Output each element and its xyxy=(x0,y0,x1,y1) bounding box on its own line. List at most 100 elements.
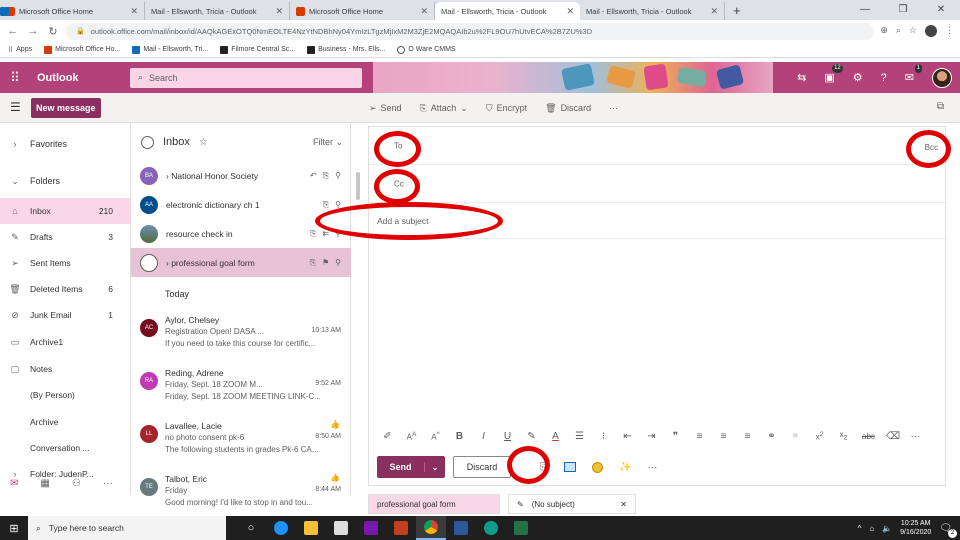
more-options-button[interactable]: ··· xyxy=(609,103,618,113)
draft-tab[interactable]: professional goal form xyxy=(368,494,500,514)
install-icon[interactable]: ⊕ xyxy=(880,25,888,37)
browser-tab[interactable]: Mail - Ellsworth, Tricia - Outlook ✕ xyxy=(0,2,725,20)
bookmark-apps[interactable]: ⠿ Apps xyxy=(8,46,32,54)
close-icon[interactable]: ✕ xyxy=(130,6,138,17)
chrome-icon[interactable] xyxy=(416,516,446,540)
edge-icon[interactable] xyxy=(476,516,506,540)
flag-icon[interactable]: ⚑ xyxy=(322,258,329,268)
nav-inbox[interactable]: ⌂ Inbox 210 xyxy=(0,198,131,224)
menu-icon[interactable]: ⋮ xyxy=(945,25,954,37)
send-toolbar-button[interactable]: ➢ Send xyxy=(369,103,402,114)
browser-tab-active[interactable]: Mail - Ellsworth, Tricia - Outlook ✕ xyxy=(0,2,580,20)
notifications-icon[interactable]: 🗨 2 xyxy=(939,523,957,538)
link-icon[interactable]: ⚭ xyxy=(766,431,777,442)
bookmark-business[interactable]: Business - Mrs. Ells... xyxy=(307,45,385,54)
nav-deleted-items[interactable]: 🗑 Deleted Items 6 xyxy=(0,276,131,302)
store-icon[interactable] xyxy=(326,516,356,540)
nav-folders[interactable]: ⌄ Folders xyxy=(0,168,131,194)
new-message-button[interactable]: New message xyxy=(31,98,101,118)
hamburger-menu-icon[interactable]: ☰ xyxy=(10,100,21,114)
bookmark-star-icon[interactable]: ☆ xyxy=(909,25,917,37)
list-item[interactable]: TE Talbot, Eric 👍 Friday Good morning! I… xyxy=(131,466,351,519)
teams-icon[interactable]: ⇆ xyxy=(797,71,806,84)
address-bar[interactable]: 🔒 outlook.office.com/mail/inbox/id/AAQkA… xyxy=(66,22,875,40)
close-icon[interactable]: ✕ xyxy=(275,6,283,17)
cc-field[interactable]: Cc xyxy=(369,165,947,203)
close-icon[interactable]: ✕ xyxy=(710,6,718,17)
filter-button[interactable]: Filter ⌄ xyxy=(313,137,351,148)
to-field[interactable]: To Bcc xyxy=(369,127,947,165)
star-icon[interactable]: ☆ xyxy=(199,137,208,148)
clear-format-icon[interactable]: ⌫ xyxy=(886,431,900,442)
nav-by-person[interactable]: (By Person) xyxy=(0,382,131,408)
bookmark-filmore[interactable]: Filmore Central Sc... xyxy=(220,45,295,54)
close-window-icon[interactable]: ✕ xyxy=(922,0,960,20)
align-right-icon[interactable]: ≡ xyxy=(742,431,753,442)
word-icon[interactable] xyxy=(446,516,476,540)
decrease-indent-icon[interactable]: ⇤ xyxy=(622,431,633,442)
grow-font-icon[interactable]: A^ xyxy=(430,431,441,442)
send-button[interactable]: Send ⌄ xyxy=(377,456,445,478)
nav-drafts[interactable]: ✎ Drafts 3 xyxy=(0,224,131,250)
chevron-down-icon[interactable]: ⌄ xyxy=(425,463,445,472)
settings-icon[interactable]: ⚙ xyxy=(853,71,863,84)
network-icon[interactable]: ⌂ xyxy=(869,524,874,533)
pop-out-icon[interactable]: ⧉ xyxy=(937,101,944,112)
browser-tab[interactable]: Microsoft Office Home ✕ xyxy=(0,2,145,20)
calendar-badge-icon[interactable]: ▣ 12 xyxy=(824,64,843,84)
italic-icon[interactable]: I xyxy=(478,431,489,442)
minimize-icon[interactable]: — xyxy=(846,0,884,20)
feedback-icon[interactable]: ✉ 1 xyxy=(905,64,922,84)
align-center-icon[interactable]: ≡ xyxy=(718,431,729,442)
encrypt-button[interactable]: ⛉ Encrypt xyxy=(486,103,527,114)
reload-icon[interactable]: ↻ xyxy=(46,25,60,38)
underline-icon[interactable]: U xyxy=(502,431,513,442)
select-checkbox[interactable] xyxy=(140,253,158,272)
app-launcher-icon[interactable]: ⠿ xyxy=(0,70,30,86)
new-tab-button[interactable]: + xyxy=(725,2,749,20)
numbering-icon[interactable]: ⁝ xyxy=(598,431,609,442)
profile-icon[interactable] xyxy=(925,25,937,37)
message-body[interactable] xyxy=(369,239,947,419)
browser-tab[interactable]: Microsoft Office Home ✕ xyxy=(290,2,435,20)
maximize-icon[interactable]: ❐ xyxy=(884,0,922,20)
nav-junk-email[interactable]: ⊘ Junk Email 1 xyxy=(0,302,131,328)
nav-archive1[interactable]: ▭ Archive1 xyxy=(0,329,131,355)
browser-tab[interactable]: Mail - Ellsworth, Tricia - Outlook ✕ xyxy=(0,2,290,20)
zoom-icon[interactable]: ⌕ xyxy=(896,25,901,37)
select-all-checkbox[interactable] xyxy=(141,135,154,149)
powerpoint-icon[interactable] xyxy=(386,516,416,540)
calendar-icon[interactable]: ▦ xyxy=(40,478,49,489)
edge-legacy-icon[interactable] xyxy=(266,516,296,540)
bullets-icon[interactable]: ☰ xyxy=(574,431,585,442)
subscript-icon[interactable]: x2 xyxy=(838,430,849,442)
strikethrough-icon[interactable]: abc xyxy=(862,432,875,441)
bookmark-oware[interactable]: O Ware CMMS xyxy=(397,45,456,54)
volume-icon[interactable]: 🔈 xyxy=(882,524,892,533)
like-icon[interactable]: 👍 xyxy=(330,473,340,482)
font-size-icon[interactable]: AA xyxy=(406,431,417,442)
close-icon[interactable]: ✕ xyxy=(620,500,627,509)
list-item[interactable]: BA › National Honor Society ↶ ⎘ ⚲ xyxy=(131,161,351,190)
like-icon[interactable]: 👍 xyxy=(330,420,340,429)
file-explorer-icon[interactable] xyxy=(296,516,326,540)
pin-icon[interactable]: ⚲ xyxy=(335,171,341,181)
avatar[interactable] xyxy=(932,67,952,88)
mail-icon[interactable]: ✉ xyxy=(10,478,18,489)
more-apps-icon[interactable]: ··· xyxy=(103,478,113,489)
bold-icon[interactable]: B xyxy=(454,431,465,442)
nav-archive[interactable]: Archive xyxy=(0,409,131,435)
nav-conversation[interactable]: Conversation ... xyxy=(0,435,131,461)
tray-chevron-icon[interactable]: ^ xyxy=(858,524,862,533)
font-color-icon[interactable]: A xyxy=(550,431,561,442)
close-icon[interactable]: ✕ xyxy=(420,6,428,17)
list-item[interactable]: RA Reding, Adrene Friday, Sept. 18 ZOOM … xyxy=(131,360,351,413)
align-left-icon[interactable]: ≡ xyxy=(694,431,705,442)
task-view-icon[interactable]: ○ xyxy=(236,516,266,540)
taskbar-search[interactable]: ⌕ Type here to search xyxy=(28,516,226,540)
clock[interactable]: 10:25 AM 9/16/2020 xyxy=(900,519,931,537)
increase-indent-icon[interactable]: ⇥ xyxy=(646,431,657,442)
reply-icon[interactable]: ↶ xyxy=(310,171,317,181)
help-icon[interactable]: ? xyxy=(881,72,887,84)
more-icon[interactable]: ··· xyxy=(910,431,921,442)
